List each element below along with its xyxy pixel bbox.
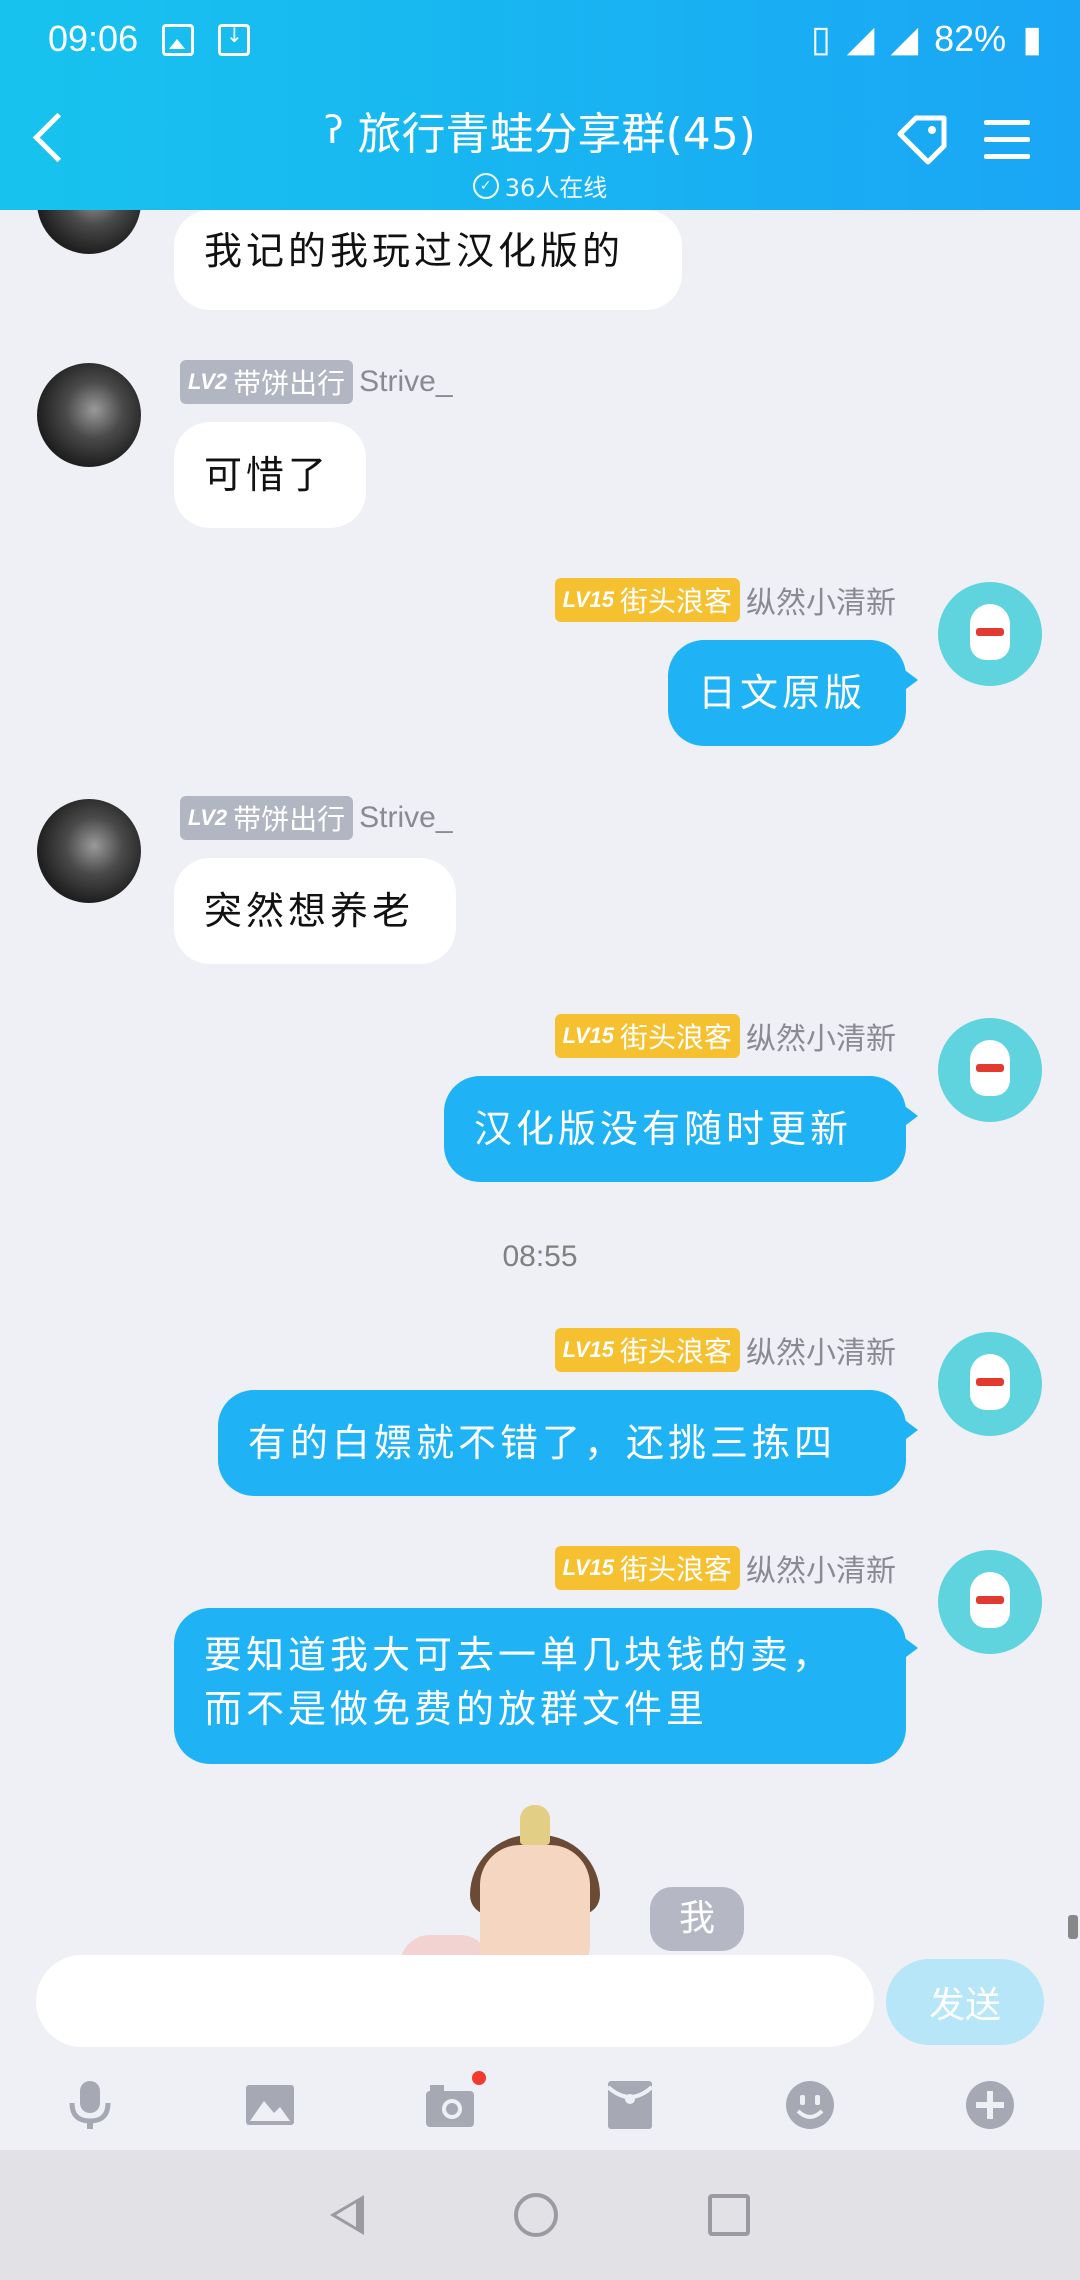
message-bubble[interactable]: 要知道我大可去一单几块钱的卖， 而不是做免费的放群文件里 — [174, 1608, 918, 1764]
level-badge: LV2 带饼出行 — [180, 360, 354, 404]
nav-recents-icon[interactable] — [708, 2194, 750, 2236]
message-input[interactable] — [36, 1955, 874, 2047]
sender-name[interactable]: 纵然小清新 — [746, 1328, 896, 1372]
input-area: 发送 — [0, 1955, 1080, 2155]
check-icon: ✓ — [472, 172, 499, 199]
send-button[interactable]: 发送 — [886, 1959, 1044, 2045]
message-bubble[interactable]: 日文原版 — [668, 640, 918, 746]
camera-icon[interactable] — [422, 2071, 486, 2133]
sender-name[interactable]: Strive_ — [359, 365, 452, 399]
system-nav-bar — [0, 2150, 1080, 2280]
sender-meta: LV15 街头浪客 纵然小清新 — [554, 1546, 896, 1590]
avatar[interactable] — [37, 210, 141, 254]
sender-meta: LV15 街头浪客 纵然小清新 — [554, 1328, 896, 1372]
nav-home-icon[interactable] — [514, 2193, 558, 2237]
menu-icon[interactable] — [984, 120, 1030, 171]
avatar[interactable] — [938, 1550, 1042, 1654]
image-icon[interactable] — [242, 2077, 298, 2133]
tag-icon[interactable] — [894, 112, 950, 168]
status-time: 09:06 — [48, 18, 139, 59]
status-notification-icons — [162, 23, 250, 56]
nav-back-icon[interactable] — [330, 2195, 364, 2235]
avatar[interactable] — [938, 582, 1042, 686]
input-toolbar — [0, 2070, 1080, 2140]
avatar[interactable] — [938, 1018, 1042, 1122]
download-notification-icon — [218, 23, 250, 56]
gallery-notification-icon — [162, 24, 194, 56]
sender-meta: LV15 街头浪客 纵然小清新 — [554, 578, 896, 622]
avatar[interactable] — [938, 1332, 1042, 1436]
avatar[interactable] — [37, 363, 141, 467]
scrollbar[interactable] — [1068, 1915, 1078, 1939]
status-right: ▯ ◢ ◢ 82% ▮ — [811, 18, 1042, 60]
sender-name[interactable]: 纵然小清新 — [746, 1014, 896, 1058]
message-bubble[interactable]: 汉化版没有随时更新 — [444, 1076, 918, 1182]
signal-icon: ◢ — [846, 18, 875, 59]
message-line: 而不是做免费的放群文件里 — [204, 1687, 709, 1731]
sticker-image[interactable] — [400, 1805, 650, 1955]
avatar[interactable] — [37, 799, 141, 903]
level-badge: LV15 街头浪客 — [554, 1546, 740, 1590]
message-bubble[interactable]: 突然想养老 — [174, 858, 456, 964]
sender-meta: LV2 带饼出行 Strive_ — [180, 796, 453, 840]
message-bubble[interactable]: 有的白嫖就不错了，还挑三拣四 — [218, 1390, 918, 1496]
level-badge: LV15 街头浪客 — [554, 1328, 740, 1372]
sender-name[interactable]: 纵然小清新 — [746, 578, 896, 622]
status-bar: 09:06 ▯ ◢ ◢ 82% ▮ — [0, 14, 1080, 70]
level-badge: LV2 带饼出行 — [180, 796, 354, 840]
sticker-label: 我 — [650, 1887, 744, 1951]
battery-icon: ▮ — [1022, 18, 1042, 59]
red-packet-icon[interactable] — [602, 2077, 658, 2133]
message-line: 要知道我大可去一单几块钱的卖， — [204, 1633, 835, 1677]
message-bubble[interactable]: 可惜了 — [174, 422, 366, 528]
mic-icon[interactable] — [62, 2077, 118, 2133]
level-badge: LV15 街头浪客 — [554, 578, 740, 622]
emoji-icon[interactable] — [782, 2077, 838, 2133]
ear-icon: ʔ — [324, 108, 344, 152]
time-separator: 08:55 — [502, 1240, 578, 1273]
sender-meta: LV15 街头浪客 纵然小清新 — [554, 1014, 896, 1058]
online-count: 36人在线 — [504, 174, 608, 202]
app-header: 09:06 ▯ ◢ ◢ 82% ▮ ʔ 旅行青蛙分享群(45) ✓ 36人在线 — [0, 0, 1080, 210]
vibrate-icon: ▯ — [810, 18, 831, 59]
message-bubble[interactable]: 我记的我玩过汉化版的 — [174, 210, 682, 310]
sender-name[interactable]: Strive_ — [359, 801, 452, 835]
plus-icon[interactable] — [962, 2077, 1018, 2133]
battery-percent: 82% — [934, 18, 1007, 59]
chat-area[interactable]: 我记的我玩过汉化版的 LV2 带饼出行 Strive_ 可惜了 LV15 街头浪客 … — [0, 210, 1080, 1955]
signal-icon-2: ◢ — [890, 18, 919, 59]
notification-dot — [472, 2071, 486, 2085]
sender-name[interactable]: 纵然小清新 — [746, 1546, 896, 1590]
level-badge: LV15 街头浪客 — [554, 1014, 740, 1058]
chat-title: 旅行青蛙分享群(45) — [357, 109, 756, 160]
sender-meta: LV2 带饼出行 Strive_ — [180, 360, 453, 404]
